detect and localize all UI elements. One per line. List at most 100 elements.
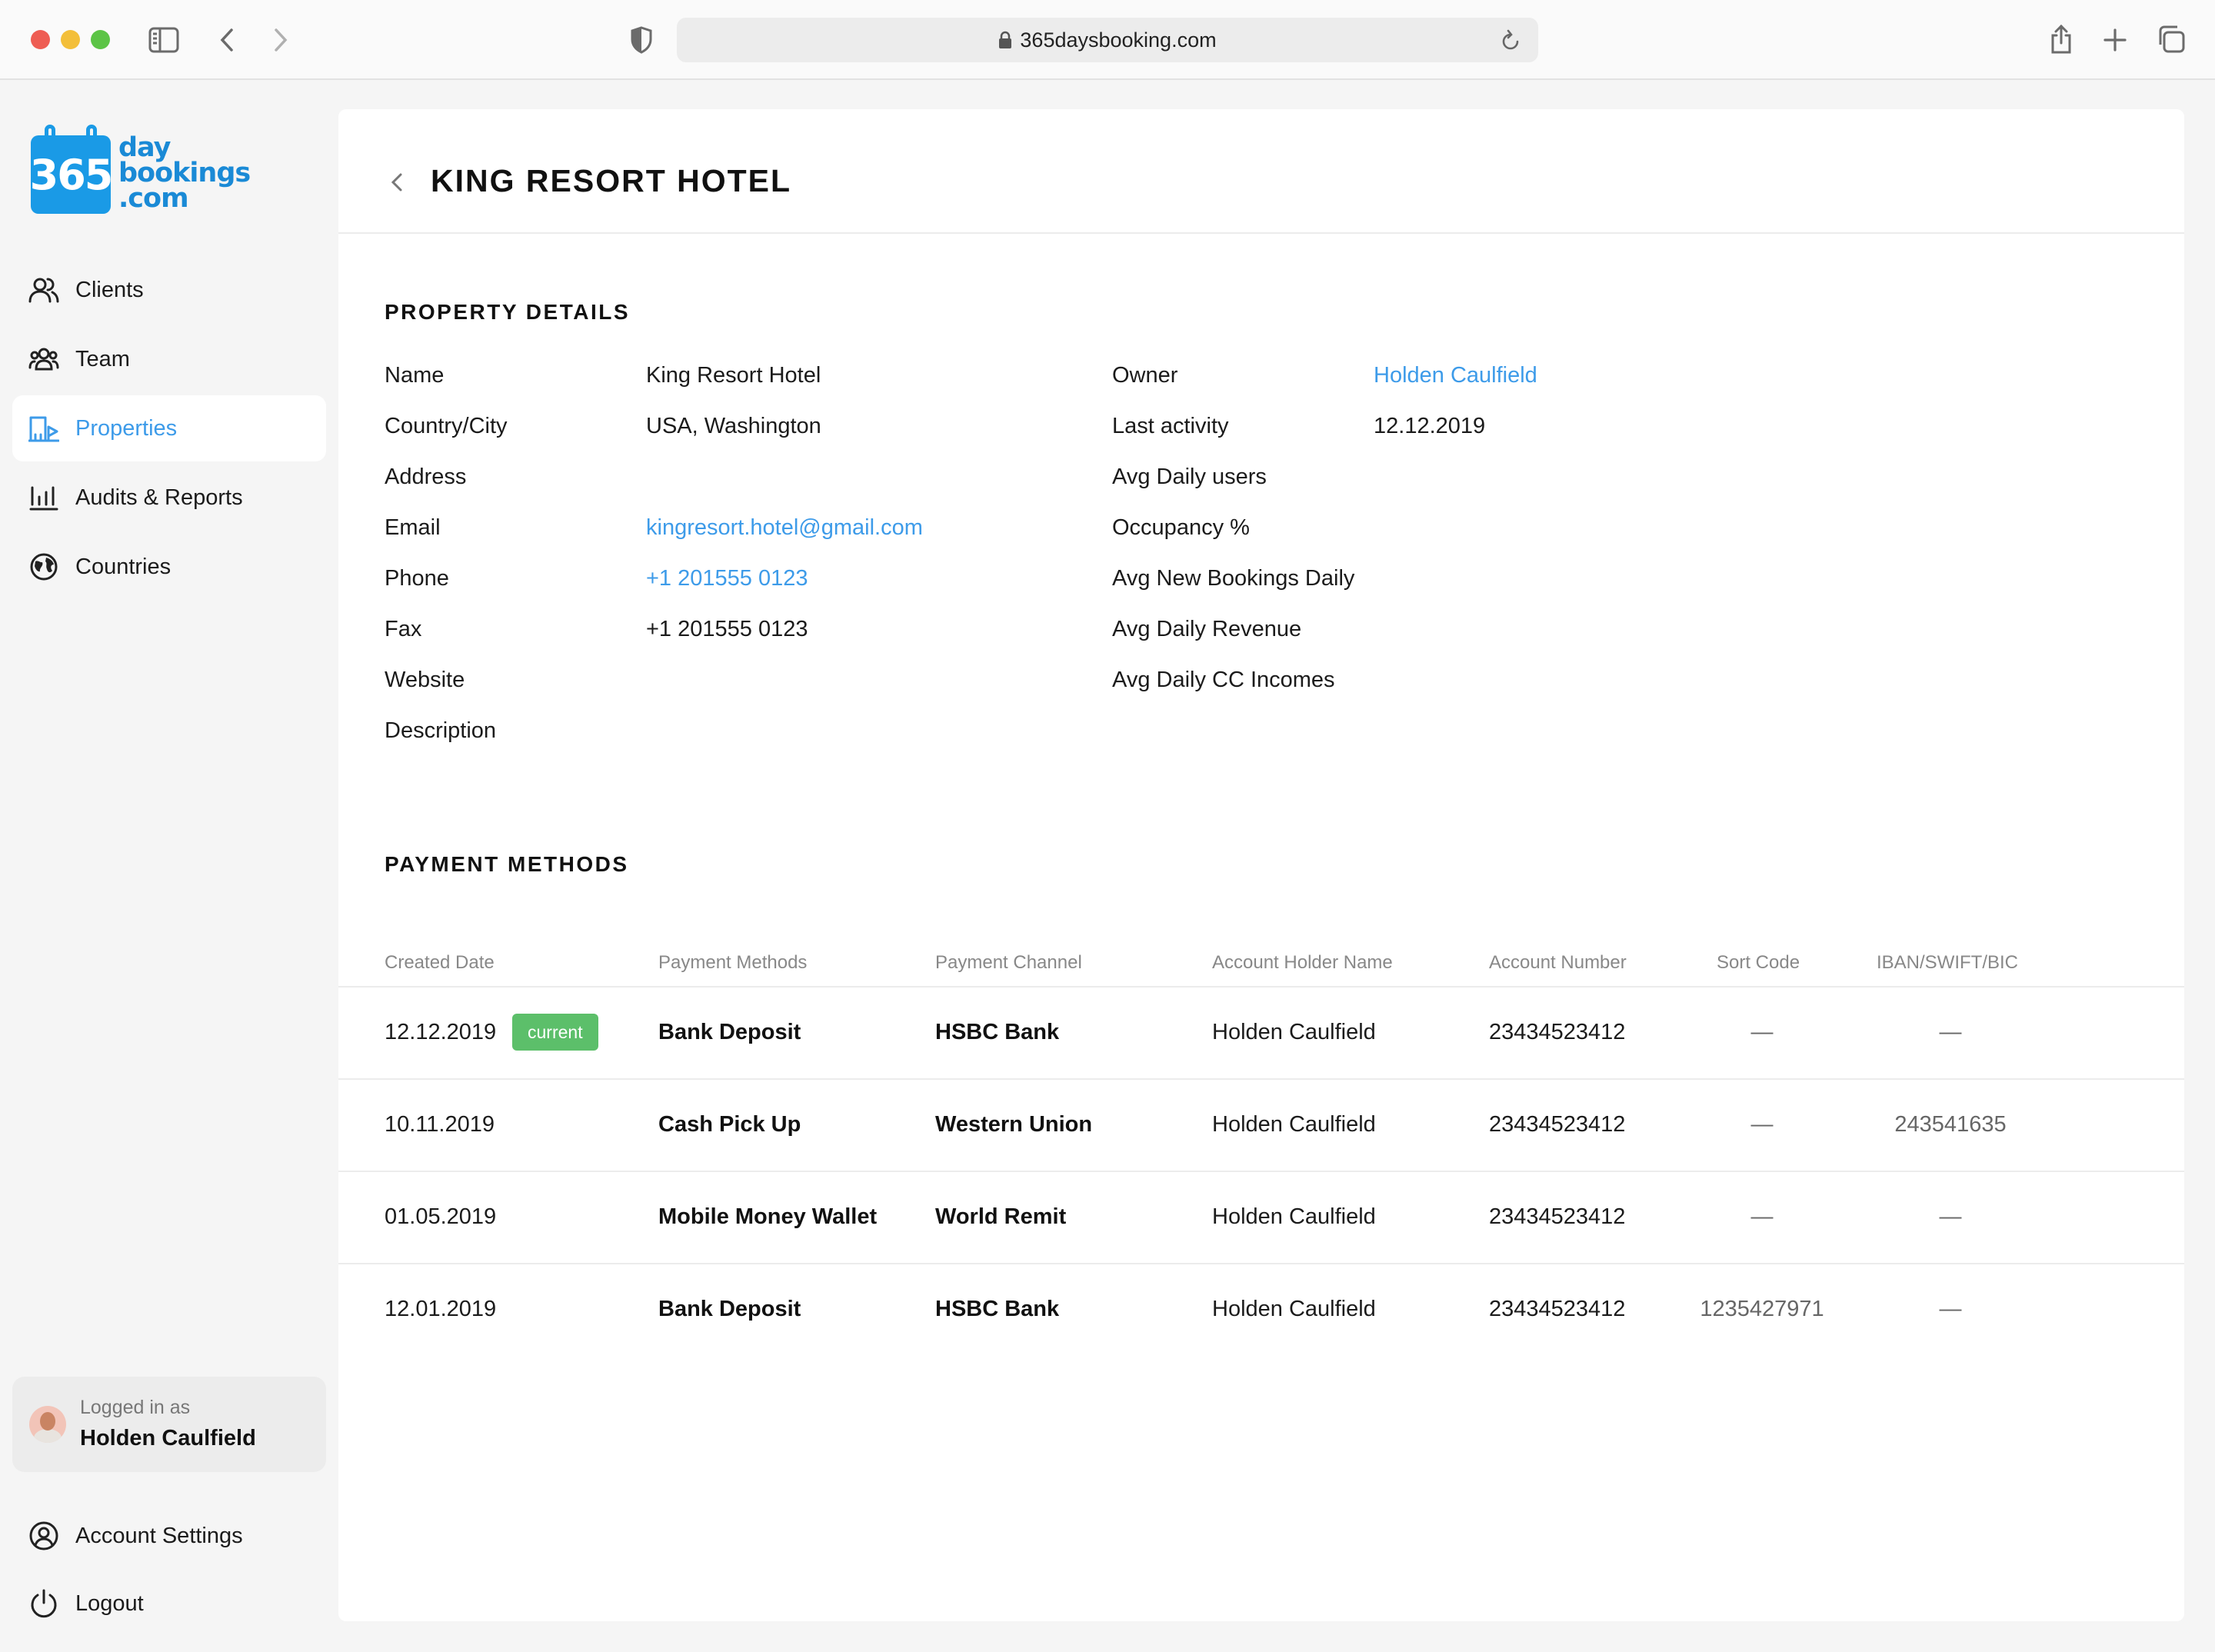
detail-label: Email <box>385 515 441 540</box>
cell-iban: — <box>1939 1204 1962 1229</box>
sidebar-item-properties[interactable]: Properties <box>12 395 326 461</box>
column-header[interactable]: Sort Code <box>1717 952 1800 974</box>
logo-text-line3: .com <box>118 183 189 214</box>
cell-holder: Holden Caulfield <box>1212 1204 1376 1229</box>
sidebar-bottom-nav: Account Settings Logout <box>12 1503 326 1638</box>
back-chevron-icon[interactable] <box>389 171 405 194</box>
cell-iban: — <box>1939 1297 1962 1321</box>
cell-holder: Holden Caulfield <box>1212 1020 1376 1044</box>
sidebar-item-label: Countries <box>75 554 172 579</box>
cell-account: 23434523412 <box>1489 1297 1626 1321</box>
page-header: KING RESORT HOTEL <box>338 109 2184 234</box>
avatar-body <box>34 1429 62 1443</box>
sidebar-item-account-settings[interactable]: Account Settings <box>12 1503 326 1569</box>
phone-link[interactable]: +1 201555 0123 <box>646 566 808 591</box>
current-badge: current <box>512 1014 598 1051</box>
cell-iban: — <box>1939 1020 1962 1044</box>
cell-holder: Holden Caulfield <box>1212 1112 1376 1137</box>
column-header[interactable]: Payment Channel <box>935 952 1082 974</box>
sidebar-item-team[interactable]: Team <box>12 326 326 392</box>
browser-toolbar: 365daysbooking.com <box>0 0 2215 80</box>
table-row[interactable]: 01.05.2019 Mobile Money Wallet World Rem… <box>338 1172 2184 1264</box>
column-header[interactable]: Created Date <box>385 952 495 974</box>
user-circle-icon <box>28 1520 60 1552</box>
sidebar-toggle-icon[interactable] <box>148 25 180 55</box>
new-tab-icon[interactable] <box>2100 25 2130 55</box>
sidebar-nav: Clients Team Properties Audits & Reports… <box>12 257 326 603</box>
cell-channel: HSBC Bank <box>935 1297 1060 1321</box>
detail-label: Name <box>385 363 445 388</box>
detail-label: Fax <box>385 617 422 641</box>
detail-label: Phone <box>385 566 449 591</box>
power-icon <box>28 1587 60 1620</box>
payment-methods-title: PAYMENT METHODS <box>385 852 629 876</box>
sidebar-item-label: Logout <box>75 1590 144 1616</box>
detail-label: Avg Daily users <box>1112 465 1267 489</box>
cell-sort-code: — <box>1750 1204 1774 1229</box>
cell-account: 23434523412 <box>1489 1112 1626 1137</box>
building-icon <box>28 412 60 445</box>
page-title: KING RESORT HOTEL <box>431 163 792 198</box>
cell-method: Bank Deposit <box>658 1020 801 1044</box>
table-row[interactable]: 10.11.2019 Cash Pick Up Western Union Ho… <box>338 1080 2184 1172</box>
column-header[interactable]: Payment Methods <box>658 952 807 974</box>
cell-date: 12.01.2019 <box>385 1297 497 1321</box>
cell-channel: World Remit <box>935 1204 1067 1229</box>
detail-label: Address <box>385 465 467 489</box>
table-row[interactable]: 12.12.2019 current Bank Deposit HSBC Ban… <box>338 988 2184 1080</box>
column-header[interactable]: Account Holder Name <box>1212 952 1393 974</box>
property-detail-card: KING RESORT HOTEL PROPERTY DETAILS Name … <box>338 109 2184 1621</box>
cell-sort-code: — <box>1750 1020 1774 1044</box>
tabs-overview-icon[interactable] <box>2155 23 2187 55</box>
detail-label: Last activity <box>1112 414 1229 438</box>
detail-label: Occupancy % <box>1112 515 1250 540</box>
minimize-window-button[interactable] <box>61 30 80 49</box>
cell-date: 10.11.2019 <box>385 1112 495 1137</box>
address-bar[interactable]: 365daysbooking.com <box>677 18 1538 62</box>
avatar-head <box>40 1412 55 1431</box>
cell-method: Mobile Money Wallet <box>658 1204 878 1229</box>
cell-channel: HSBC Bank <box>935 1020 1060 1044</box>
globe-icon <box>28 551 60 583</box>
detail-label: Owner <box>1112 363 1178 388</box>
column-header[interactable]: Account Number <box>1489 952 1627 974</box>
lock-icon <box>998 31 1012 49</box>
sidebar-item-label: Properties <box>75 415 178 441</box>
cell-date: 12.12.2019 <box>385 1020 497 1044</box>
table-row[interactable]: 12.01.2019 Bank Deposit HSBC Bank Holden… <box>338 1264 2184 1357</box>
logo-number: 365 <box>30 135 113 214</box>
owner-link[interactable]: Holden Caulfield <box>1374 363 1537 388</box>
logo-text: day bookings .com <box>118 135 251 214</box>
logo[interactable]: 365 day bookings .com <box>30 125 251 214</box>
maximize-window-button[interactable] <box>91 30 110 49</box>
privacy-shield-icon[interactable] <box>628 25 655 55</box>
sidebar-item-logout[interactable]: Logout <box>12 1570 326 1637</box>
back-arrow-icon[interactable] <box>215 25 238 55</box>
url-text: 365daysbooking.com <box>1020 28 1217 52</box>
logged-in-user-name: Holden Caulfield <box>80 1426 256 1450</box>
detail-value: King Resort Hotel <box>646 363 821 388</box>
sidebar-item-clients[interactable]: Clients <box>12 257 326 323</box>
detail-label: Website <box>385 668 465 692</box>
logged-in-user-card[interactable]: Logged in as Holden Caulfield <box>12 1377 326 1472</box>
reload-icon[interactable] <box>1500 28 1521 52</box>
column-header[interactable]: IBAN/SWIFT/BIC <box>1877 952 2018 974</box>
detail-label: Country/City <box>385 414 508 438</box>
detail-value: 12.12.2019 <box>1374 414 1486 438</box>
sidebar-item-audits-reports[interactable]: Audits & Reports <box>12 465 326 531</box>
share-icon[interactable] <box>2046 22 2077 57</box>
payment-table-header: Created Date Payment Methods Payment Cha… <box>338 914 2184 988</box>
sidebar-item-countries[interactable]: Countries <box>12 534 326 600</box>
cell-sort-code: — <box>1750 1112 1774 1137</box>
email-link[interactable]: kingresort.hotel@gmail.com <box>646 515 923 541</box>
cell-method: Cash Pick Up <box>658 1112 801 1137</box>
forward-arrow-icon[interactable] <box>269 25 292 55</box>
close-window-button[interactable] <box>31 30 50 49</box>
cell-channel: Western Union <box>935 1112 1093 1137</box>
avatar <box>29 1406 66 1443</box>
detail-label: Avg New Bookings Daily <box>1112 566 1355 591</box>
detail-label: Avg Daily Revenue <box>1112 617 1302 641</box>
users-icon <box>28 274 60 306</box>
cell-date: 01.05.2019 <box>385 1204 497 1229</box>
sidebar-item-label: Account Settings <box>75 1523 243 1548</box>
